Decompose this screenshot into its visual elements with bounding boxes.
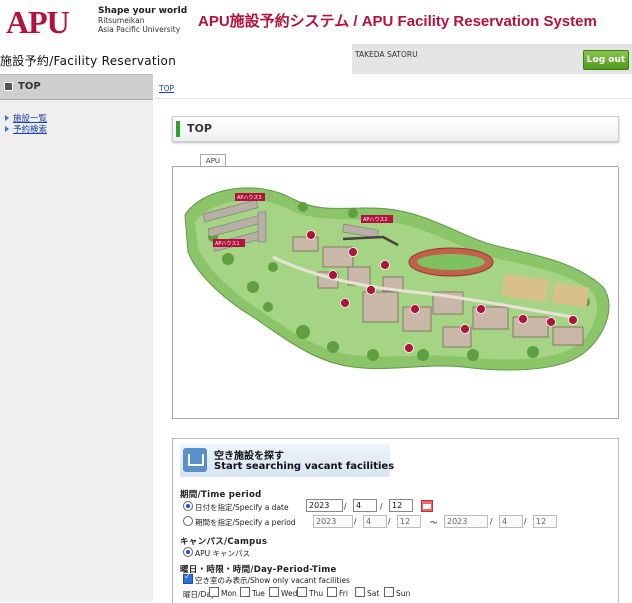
sidebar-heading-label: TOP [18, 81, 41, 92]
period-to-year-input[interactable]: 2023 [444, 515, 488, 528]
day-sat-label: Sat [367, 589, 380, 598]
day-sun-label: Sun [396, 589, 411, 598]
map-label-apu-house-3: APハウス3 [237, 194, 262, 201]
sidebar-heading[interactable]: TOP [0, 74, 153, 100]
day-thu-label: Thu [309, 589, 324, 598]
day-sun-checkbox[interactable] [384, 587, 394, 597]
specify-date-label: 日付を指定/Specify a date [195, 503, 289, 512]
period-from-day-input[interactable]: 12 [397, 515, 421, 528]
tagline-univ-1: Ritsumeikan [98, 16, 145, 25]
period-to-day-input[interactable]: 12 [533, 515, 557, 528]
page-title-box: TOP [172, 116, 619, 142]
campus-map-image: APハウス3 APハウス1 APハウス2 [184, 187, 610, 371]
tagline-univ-2: Asia Pacific University [98, 25, 181, 34]
date-sep: / [344, 502, 347, 511]
map-label-apu-house-1: APハウス1 [215, 240, 240, 247]
sidebar-item-label: 予約検索 [13, 125, 48, 135]
tagline-main: Shape your world [98, 6, 188, 16]
period-from-month-input[interactable]: 4 [363, 515, 387, 528]
apu-logo[interactable]: APU [6, 2, 70, 42]
day-mon-label: Mon [221, 589, 237, 598]
day-thu-checkbox[interactable] [297, 587, 307, 597]
specify-period-radio[interactable] [183, 516, 193, 526]
breadcrumb[interactable]: TOP [159, 84, 174, 93]
arrow-right-icon [5, 126, 9, 132]
square-icon [4, 81, 13, 91]
date-month-input[interactable]: 4 [353, 499, 377, 512]
campus-apu-label: APU キャンパス [195, 549, 251, 558]
map-label-apu-house-2: APハウス2 [363, 216, 388, 223]
period-from-year-input[interactable]: 2023 [313, 515, 353, 528]
period-sep: / [490, 517, 493, 526]
title-accent-bar [176, 121, 180, 137]
period-sep: / [388, 517, 391, 526]
vacant-only-checkbox[interactable] [183, 572, 193, 584]
arrow-right-icon [5, 115, 9, 121]
system-title: APU施設予約システム / APU Facility Reservation S… [198, 13, 597, 30]
search-title-en: Start searching vacant facilities [214, 461, 395, 472]
specify-date-radio[interactable] [183, 501, 193, 511]
day-period-time-label: 曜日・時限・時間/Day-Period-Time [180, 565, 337, 575]
campus-apu-radio[interactable] [183, 547, 193, 557]
user-name: TAKEDA SATORU [355, 50, 418, 59]
day-fri-label: Fri [339, 589, 348, 598]
period-tilde: ～ [430, 518, 438, 527]
logo-tagline: Shape your world Ritsumeikan Asia Pacifi… [98, 6, 188, 35]
day-tue-label: Tue [252, 589, 265, 598]
sidebar-item-facility-list[interactable]: 施設一覧 [5, 114, 153, 125]
sidebar-item-reservation-search[interactable]: 予約検索 [5, 125, 153, 136]
period-label: 期間/Time period [180, 490, 262, 500]
house-search-icon [183, 448, 207, 472]
campus-label: キャンパス/Campus [180, 537, 268, 547]
title-bar: 施設予約/Facility Reservation TAKEDA SATORU … [0, 44, 632, 74]
day-wed-label: Wed [281, 589, 298, 598]
period-sep: / [524, 517, 527, 526]
specify-period-label: 期間を指定/Specify a period [195, 518, 296, 527]
calendar-icon[interactable] [421, 500, 433, 512]
page-title: TOP [187, 122, 212, 135]
logout-button[interactable]: Log out [583, 50, 629, 70]
campus-map[interactable]: APハウス3 APハウス1 APハウス2 [172, 167, 619, 419]
divider [155, 98, 632, 99]
date-year-input[interactable]: 2023 [306, 499, 343, 512]
site-header: APU Shape your world Ritsumeikan Asia Pa… [0, 0, 632, 44]
vacant-only-label: 空き室のみ表示/Show only vacant facilities [195, 576, 350, 585]
period-to-month-input[interactable]: 4 [499, 515, 523, 528]
sidebar: TOP 施設一覧 予約検索 [0, 74, 153, 602]
search-panel-header: 空き施設を探す Start searching vacant facilitie… [180, 444, 394, 477]
date-sep: / [380, 502, 383, 511]
day-wed-checkbox[interactable] [269, 587, 279, 597]
date-day-input[interactable]: 12 [389, 499, 413, 512]
day-fri-checkbox[interactable] [327, 587, 337, 597]
app-title: 施設予約/Facility Reservation [0, 54, 177, 68]
day-mon-checkbox[interactable] [209, 587, 219, 597]
sidebar-item-label: 施設一覧 [13, 114, 48, 124]
day-tue-checkbox[interactable] [240, 587, 250, 597]
day-sat-checkbox[interactable] [355, 587, 365, 597]
search-title-jp: 空き施設を探す [214, 451, 284, 462]
user-box: TAKEDA SATORU Log out [352, 44, 632, 74]
vacancy-search-panel: 空き施設を探す Start searching vacant facilitie… [172, 438, 619, 603]
period-sep: / [354, 517, 357, 526]
